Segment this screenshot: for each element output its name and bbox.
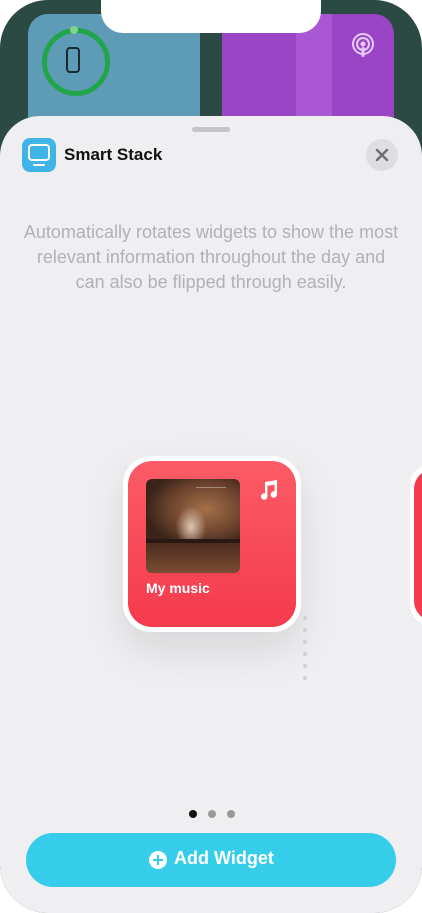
page-dot-2[interactable] [208, 810, 216, 818]
sheet-description: Automatically rotates widgets to show th… [23, 222, 399, 292]
music-note-icon [261, 480, 277, 500]
widget-label: My music [146, 580, 210, 596]
add-widget-label: Add Widget [174, 848, 274, 868]
device-notch [101, 0, 321, 33]
add-widget-button[interactable]: Add Widget [26, 833, 396, 887]
smart-stack-icon [22, 138, 56, 172]
battery-indicator-dot [70, 26, 78, 34]
phone-screen: Smart Stack Automatically rotates widget… [0, 0, 422, 913]
plus-circle-icon [149, 851, 167, 869]
sheet-title: Smart Stack [64, 145, 163, 164]
page-dot-1[interactable] [189, 810, 197, 818]
page-dot-3[interactable] [227, 810, 235, 818]
album-artwork [146, 479, 240, 573]
next-widget-preview[interactable] [410, 465, 422, 625]
widget-sheet: Smart Stack Automatically rotates widget… [0, 116, 422, 913]
close-button[interactable] [366, 139, 398, 171]
close-icon [375, 148, 389, 162]
podcasts-icon [352, 33, 374, 57]
music-widget-preview[interactable]: My music [123, 456, 301, 632]
iphone-icon [66, 47, 80, 73]
music-widget[interactable]: My music [128, 461, 296, 627]
sheet-grabber[interactable] [192, 127, 230, 132]
